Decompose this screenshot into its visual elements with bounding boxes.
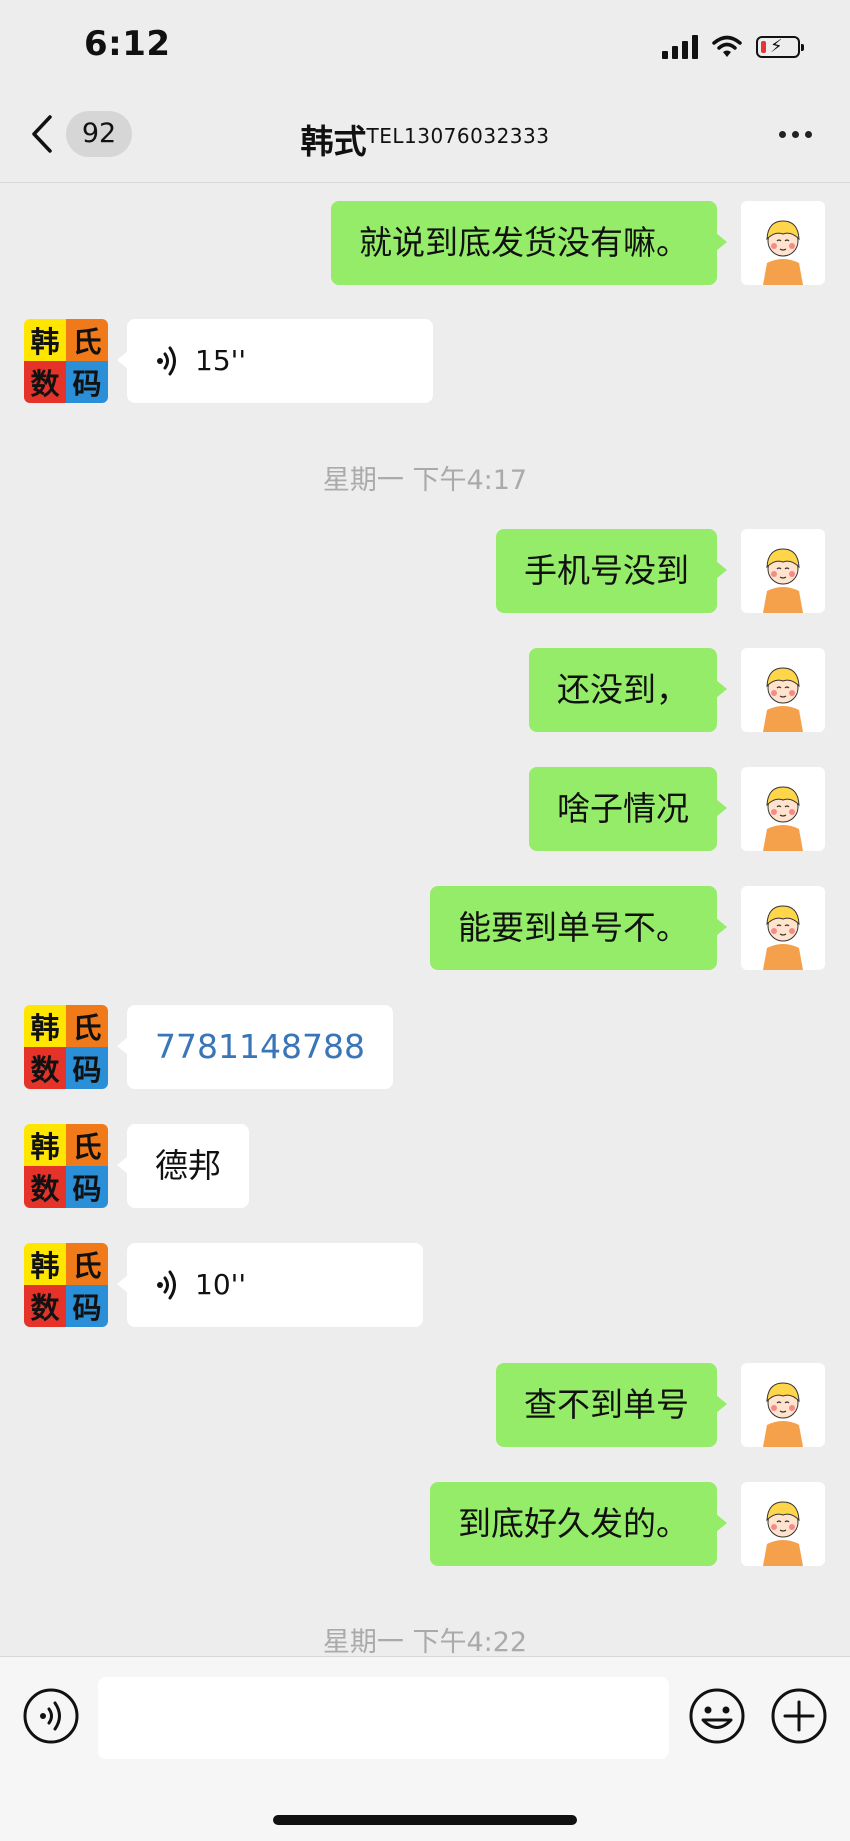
logo-character: 数 [24,1166,66,1208]
input-bar [0,1656,850,1841]
my-avatar[interactable] [741,648,825,732]
logo-character: 氏 [66,1005,108,1047]
contact-avatar[interactable]: 韩氏数码 [24,319,108,403]
message-bubble-sent[interactable]: 查不到单号 [496,1363,727,1447]
logo-character: 数 [24,1285,66,1327]
voice-duration: 15'' [195,344,247,377]
contact-avatar[interactable]: 韩氏数码 [24,1005,108,1089]
logo-character: 韩 [24,1124,66,1166]
message-bubble-sent[interactable]: 手机号没到 [496,529,727,613]
my-avatar[interactable] [741,767,825,851]
cartoon-avatar-icon [741,886,825,970]
message-input[interactable] [98,1677,669,1759]
my-avatar[interactable] [741,886,825,970]
timestamp: 星期一 下午4:17 [322,465,528,496]
chat-header: 92 韩式TEL13076032333 [0,95,850,183]
logo-character: 韩 [24,1005,66,1047]
charging-bolt-icon: ⚡ [770,36,783,57]
battery-icon: ⚡ [756,36,804,58]
contact-logo: 韩氏数码 [24,1243,108,1327]
message-bubble-sent[interactable]: 啥子情况 [529,767,727,851]
logo-character: 码 [66,1047,108,1089]
contact-avatar[interactable]: 韩氏数码 [24,1243,108,1327]
contact-logo: 韩氏数码 [24,319,108,403]
tracking-number-link[interactable]: 7781148788 [117,1005,393,1089]
message-bubble-sent[interactable]: 到底好久发的。 [430,1482,727,1566]
chat-title: 韩式TEL13076032333 [0,115,850,163]
my-avatar[interactable] [741,1363,825,1447]
logo-character: 韩 [24,319,66,361]
message-bubble-sent[interactable]: 能要到单号不。 [430,886,727,970]
cartoon-avatar-icon [741,648,825,732]
contact-avatar[interactable]: 韩氏数码 [24,1124,108,1208]
plus-icon[interactable] [770,1687,828,1745]
cellular-signal-icon [662,35,698,59]
voice-message-bubble[interactable]: 10'' [117,1243,423,1327]
logo-character: 码 [66,361,108,403]
status-bar: 6:12 ⚡ [0,0,850,95]
status-icons: ⚡ [662,30,804,64]
contact-logo: 韩氏数码 [24,1005,108,1089]
contact-tel: TEL13076032333 [366,124,550,148]
logo-character: 数 [24,361,66,403]
logo-character: 码 [66,1285,108,1327]
logo-character: 氏 [66,1124,108,1166]
voice-input-icon[interactable] [22,1687,80,1745]
logo-character: 码 [66,1166,108,1208]
logo-character: 韩 [24,1243,66,1285]
status-time: 6:12 [84,24,171,64]
wifi-icon [712,35,742,57]
my-avatar[interactable] [741,529,825,613]
voice-wave-icon [157,346,176,376]
message-bubble-sent[interactable]: 还没到， [529,648,727,732]
home-indicator [273,1815,577,1825]
voice-wave-icon [157,1270,176,1300]
cartoon-avatar-icon [741,767,825,851]
cartoon-avatar-icon [741,1482,825,1566]
cartoon-avatar-icon [741,1363,825,1447]
message-list[interactable]: 就说到底发货没有嘛。 韩氏数码 15'' 星期一 下午4:17 手机号没到 还没… [0,182,850,1656]
contact-logo: 韩氏数码 [24,1124,108,1208]
more-icon[interactable] [779,131,812,138]
emoji-icon[interactable] [688,1687,746,1745]
cartoon-avatar-icon [741,201,825,285]
timestamp: 星期一 下午4:22 [322,1627,528,1656]
message-bubble-sent[interactable]: 就说到底发货没有嘛。 [331,201,727,285]
cartoon-avatar-icon [741,529,825,613]
logo-character: 氏 [66,319,108,361]
voice-duration: 10'' [195,1268,247,1301]
my-avatar[interactable] [741,1482,825,1566]
contact-name: 韩式 [300,122,367,161]
message-bubble-received[interactable]: 德邦 [117,1124,249,1208]
logo-character: 数 [24,1047,66,1089]
my-avatar[interactable] [741,201,825,285]
logo-character: 氏 [66,1243,108,1285]
voice-message-bubble[interactable]: 15'' [117,319,433,403]
